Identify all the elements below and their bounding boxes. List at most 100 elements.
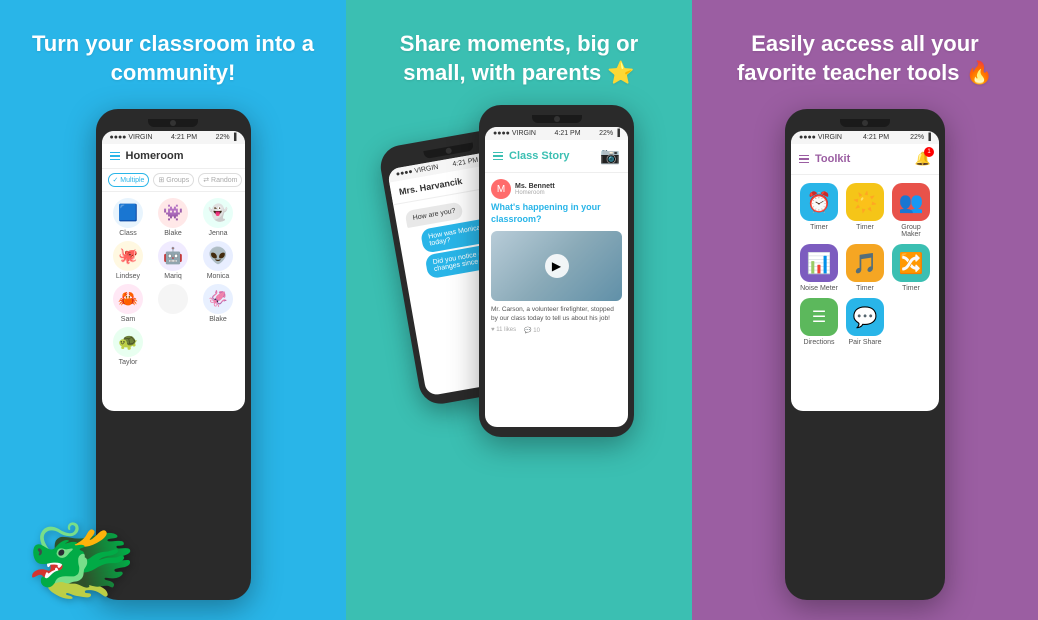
status-time: 4:21 PM xyxy=(171,134,197,141)
hamburger-icon[interactable] xyxy=(110,152,120,161)
story-image: ▶ xyxy=(491,231,622,301)
shuffle-icon: 🔀 xyxy=(892,244,930,282)
phone-notch-3 xyxy=(840,119,890,127)
toolkit-item-timer-1[interactable]: ⏰ Timer xyxy=(799,183,839,238)
toolkit-item-directions[interactable]: ☰ Directions xyxy=(799,298,839,346)
noise-meter-icon: 📊 xyxy=(800,244,838,282)
status-bar-3: ●●●● VIRGIN 4:21 PM 22% ▐ xyxy=(791,131,939,144)
noise-meter-label: Noise Meter xyxy=(800,285,838,292)
student-name: Lindsey xyxy=(116,273,140,280)
student-avatar: 🦑 xyxy=(203,284,233,314)
panel-headline-3: Easily access all your favorite teacher … xyxy=(712,30,1018,87)
status-time: 4:21 PM xyxy=(554,130,580,137)
story-header: Class Story 📷 xyxy=(485,140,628,173)
panel-community: Turn your classroom into a community! ●●… xyxy=(0,0,346,620)
monster-mascot: 🐲 xyxy=(25,515,137,605)
toolkit-item-noise-meter[interactable]: 📊 Noise Meter xyxy=(799,244,839,292)
story-question: What's happening in your classroom? xyxy=(491,202,622,225)
student-name: Monica xyxy=(207,273,230,280)
status-left: ●●●● VIRGIN xyxy=(110,134,153,141)
student-grid: 🟦 Class 👾 Blake 👻 Jenna 🐙 Lindsey xyxy=(102,192,245,372)
status-bar-front: ●●●● VIRGIN 4:21 PM 22% ▐ xyxy=(485,127,628,140)
student-avatar: 👾 xyxy=(158,198,188,228)
story-post: M Ms. Bennett Homeroom What's happening … xyxy=(485,173,628,340)
story-screen: ●●●● VIRGIN 4:21 PM 22% ▐ Class Story 📷 … xyxy=(485,127,628,427)
timer-label-3: Timer xyxy=(856,285,874,292)
hamburger-icon-toolkit[interactable] xyxy=(799,155,809,164)
student-item[interactable]: 🤖 Mariq xyxy=(153,241,194,280)
panel-headline-2: Share moments, big or small, with parent… xyxy=(366,30,672,87)
student-avatar: 👻 xyxy=(203,198,233,228)
status-left: ●●●● VIRGIN xyxy=(799,134,842,141)
timer-label-4: Timer xyxy=(902,285,920,292)
likes-count: ♥ 11 likes xyxy=(491,327,516,334)
story-stats: ♥ 11 likes 💬 10 xyxy=(491,327,622,334)
tab-groups[interactable]: ⊞ Groups xyxy=(153,173,194,187)
status-time: 4:21 PM xyxy=(863,134,889,141)
phone-container-1: ●●●● VIRGIN 4:21 PM 22% ▐ Homeroom ✓ Mul… xyxy=(20,105,326,600)
panel-toolkit: Easily access all your favorite teacher … xyxy=(692,0,1038,620)
directions-label: Directions xyxy=(803,339,834,346)
student-avatar: 🤖 xyxy=(158,241,188,271)
student-name: Blake xyxy=(164,230,182,237)
student-item[interactable]: 🦀 Sam xyxy=(108,284,149,323)
story-author-row: M Ms. Bennett Homeroom xyxy=(491,179,622,199)
student-name: Jenna xyxy=(208,230,227,237)
student-name: Taylor xyxy=(119,359,138,366)
timer-label-2: Timer xyxy=(856,224,874,231)
timer-icon-1: ⏰ xyxy=(800,183,838,221)
student-item[interactable]: 🟦 Class xyxy=(108,198,149,237)
student-name: Class xyxy=(119,230,137,237)
toolkit-item-group-maker[interactable]: 👥 Group Maker xyxy=(891,183,931,238)
phone-container-2: ●●●● VIRGIN 4:21 PM 22% Mrs. Harvancik H… xyxy=(414,105,624,465)
phone-notch xyxy=(148,119,198,127)
timer-label-1: Timer xyxy=(810,224,828,231)
student-item[interactable]: 🦑 Blake xyxy=(198,284,239,323)
student-item xyxy=(153,284,194,323)
toolkit-header: Toolkit 🔔 1 xyxy=(791,144,939,175)
music-icon: 🎵 xyxy=(846,244,884,282)
student-avatar: 🐙 xyxy=(113,241,143,271)
student-item[interactable]: 🐢 Taylor xyxy=(108,327,149,366)
play-button[interactable]: ▶ xyxy=(545,254,569,278)
empty-slot xyxy=(892,298,930,336)
notification-badge: 1 xyxy=(924,147,934,157)
panel-share: Share moments, big or small, with parent… xyxy=(346,0,692,620)
status-right: 22% ▐ xyxy=(599,130,620,137)
hamburger-icon-story[interactable] xyxy=(493,152,503,161)
story-title: Class Story xyxy=(509,150,570,162)
toolkit-item-timer-2[interactable]: ☀️ Timer xyxy=(845,183,885,238)
camera-icon[interactable]: 📷 xyxy=(600,146,620,166)
tab-multiple[interactable]: ✓ Multiple xyxy=(108,173,150,187)
toolkit-title: Toolkit xyxy=(815,153,850,165)
status-bar: ●●●● VIRGIN 4:21 PM 22% ▐ xyxy=(102,131,245,144)
toolkit-item-pair-share[interactable]: 💬 Pair Share xyxy=(845,298,885,346)
phone-notch-front xyxy=(532,115,582,123)
student-name: Blake xyxy=(209,316,227,323)
student-name: Sam xyxy=(121,316,135,323)
phone-mockup-3: ●●●● VIRGIN 4:21 PM 22% ▐ Toolkit 🔔 1 xyxy=(785,109,945,600)
toolkit-screen: ●●●● VIRGIN 4:21 PM 22% ▐ Toolkit 🔔 1 xyxy=(791,131,939,411)
toolkit-grid: ⏰ Timer ☀️ Timer 👥 Group Maker 📊 Noi xyxy=(791,175,939,354)
toolkit-item-timer-4[interactable]: 🔀 Timer xyxy=(891,244,931,292)
homeroom-tabs: ✓ Multiple ⊞ Groups ⇄ Random xyxy=(102,169,245,192)
homeroom-screen: ●●●● VIRGIN 4:21 PM 22% ▐ Homeroom ✓ Mul… xyxy=(102,131,245,411)
phone-front: ●●●● VIRGIN 4:21 PM 22% ▐ Class Story 📷 … xyxy=(479,105,634,437)
student-avatar: 👽 xyxy=(203,241,233,271)
author-location: Homeroom xyxy=(515,190,555,196)
app-title: Homeroom xyxy=(126,150,184,162)
status-right: 22% ▐ xyxy=(216,134,237,141)
student-item[interactable]: 🐙 Lindsey xyxy=(108,241,149,280)
tab-random[interactable]: ⇄ Random xyxy=(198,173,242,187)
panel-headline-1: Turn your classroom into a community! xyxy=(20,30,326,87)
student-item[interactable]: 👻 Jenna xyxy=(198,198,239,237)
student-item[interactable]: 👽 Monica xyxy=(198,241,239,280)
student-item[interactable]: 👾 Blake xyxy=(153,198,194,237)
student-avatar: 🐢 xyxy=(113,327,143,357)
student-name: Mariq xyxy=(164,273,182,280)
author-avatar: M xyxy=(491,179,511,199)
group-maker-label: Group Maker xyxy=(891,224,931,238)
status-right: 22% ▐ xyxy=(910,134,931,141)
student-avatar: 🦀 xyxy=(113,284,143,314)
toolkit-item-timer-3[interactable]: 🎵 Timer xyxy=(845,244,885,292)
